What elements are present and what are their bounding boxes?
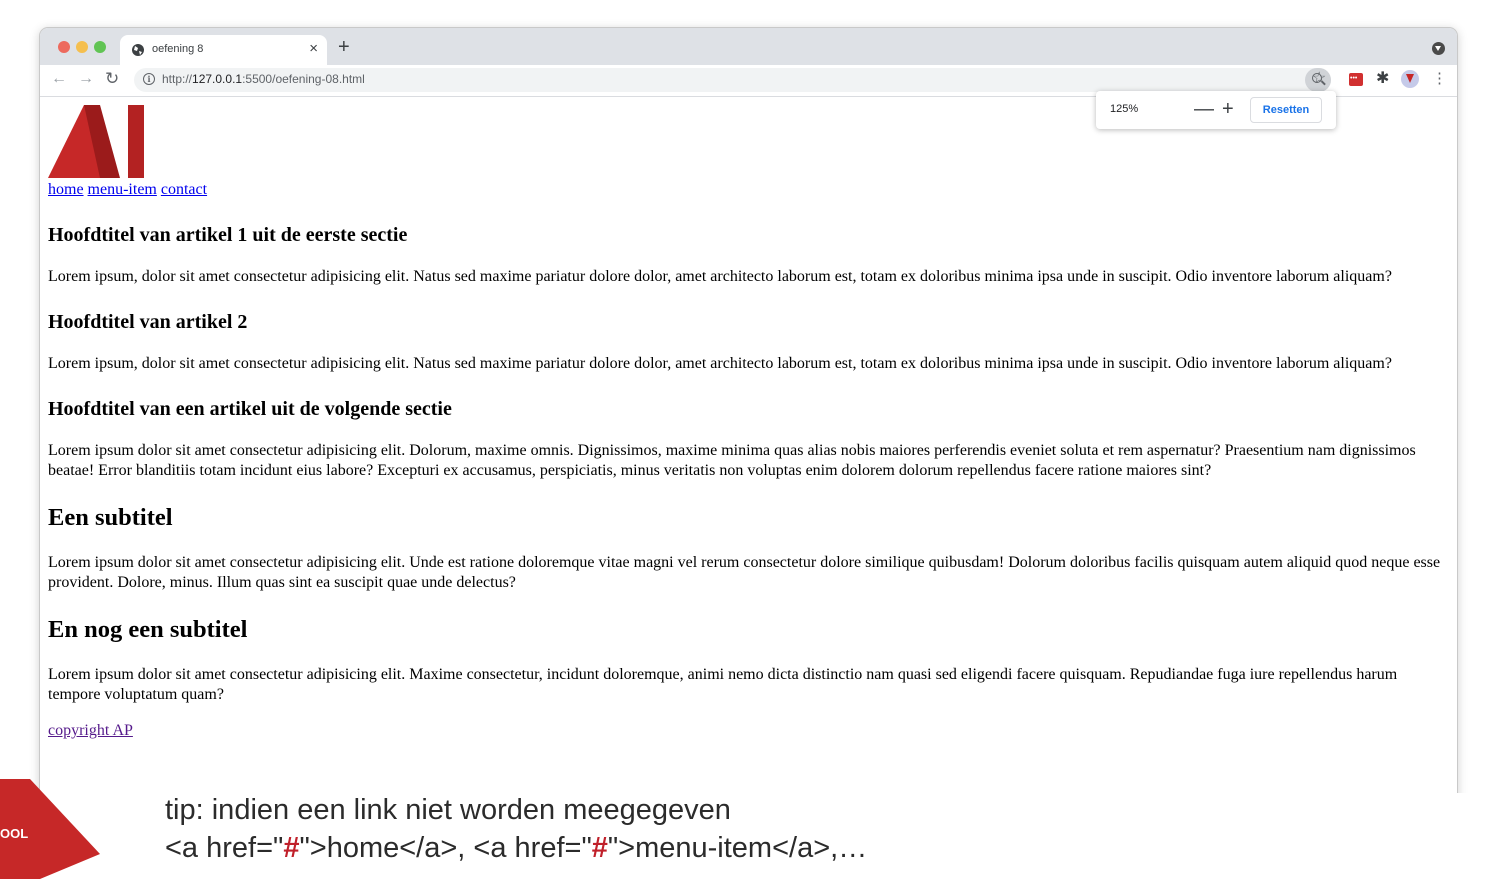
url-scheme: http:// [162,72,193,86]
tab-close-icon[interactable]: × [309,40,318,58]
tip-line-1: tip: indien een link niet worden meegege… [165,794,731,826]
kebab-menu-icon[interactable]: ⋮ [1432,68,1447,90]
close-window-button[interactable] [58,41,70,53]
nav-link-menu-item[interactable]: menu-item [88,181,157,198]
url-path: :5500/oefening-08.html [242,72,365,86]
zoom-in-button[interactable]: + [1222,96,1234,122]
browser-window: oefening 8 × + ← → ↻ i http://127.0.0.1:… [39,27,1458,808]
maximize-window-button[interactable] [94,41,106,53]
zoom-out-button[interactable]: — [1194,96,1214,122]
article-heading: Hoofdtitel van een artikel uit de volgen… [48,398,452,420]
globe-icon [132,44,144,56]
tip-code-part: <a href=" [165,832,284,864]
profile-down-icon[interactable] [1432,42,1445,55]
tip-hash: # [591,832,608,864]
url-host: 127.0.0.1 [192,72,243,86]
forward-button[interactable]: → [78,68,94,90]
reload-button[interactable]: ↻ [105,68,119,90]
subtitle-heading: Een subtitel [48,504,173,531]
page-content: home menu-item contact Hoofdtitel van ar… [48,105,1443,741]
avatar-icon[interactable] [1401,70,1419,88]
tip-line-2: <a href="#">home</a>, <a href="#">menu-i… [165,831,867,865]
page-footer: copyright AP [48,721,1443,741]
new-tab-button[interactable]: + [338,36,350,58]
nav-link-home[interactable]: home [48,181,84,198]
zoom-level: 125% [1110,103,1139,115]
corner-label: OOL [0,826,29,841]
article-paragraph: Lorem ipsum dolor sit amet consectetur a… [48,554,1441,591]
ap-logo [48,105,144,178]
article-paragraph: Lorem ipsum dolor sit amet consectetur a… [48,442,1416,479]
slide-footer: OOL tip: indien een link niet worden mee… [0,779,1510,879]
tab-title: oefening 8 [152,43,204,55]
tip-code-part: ">home</a>, <a href=" [299,832,592,864]
article-paragraph: Lorem ipsum, dolor sit amet consectetur … [48,268,1392,285]
back-button[interactable]: ← [51,68,67,90]
tab-oefening-8[interactable]: oefening 8 × [120,35,327,65]
info-icon[interactable]: i [143,73,155,85]
article-heading: Hoofdtitel van artikel 2 [48,311,248,333]
puzzle-icon[interactable]: ✱ [1376,68,1389,90]
article-paragraph: Lorem ipsum, dolor sit amet consectetur … [48,355,1392,372]
zoom-popup: 125% — + Resetten [1096,91,1336,129]
address-bar[interactable]: i http://127.0.0.1:5500/oefening-08.html [134,68,1331,92]
article-paragraph: Lorem ipsum dolor sit amet consectetur a… [48,666,1398,703]
zoom-reset-button[interactable]: Resetten [1250,97,1322,123]
url-text[interactable]: http://127.0.0.1:5500/oefening-08.html [162,72,365,86]
nav-link-contact[interactable]: contact [161,181,207,198]
footer-copyright-link[interactable]: copyright AP [48,722,133,739]
extension-icon[interactable] [1349,73,1363,86]
page-viewport: home menu-item contact Hoofdtitel van ar… [40,97,1457,808]
article-heading: Hoofdtitel van artikel 1 uit de eerste s… [48,224,408,246]
star-icon[interactable]: ☆ [1312,69,1326,89]
tip-code-part: ">menu-item</a>,… [607,832,868,864]
tab-strip: oefening 8 × + [40,28,1457,65]
tip-hash: # [283,832,300,864]
main-nav: home menu-item contact [48,180,1443,200]
subtitle-heading: En nog een subtitel [48,616,248,643]
minimize-window-button[interactable] [76,41,88,53]
